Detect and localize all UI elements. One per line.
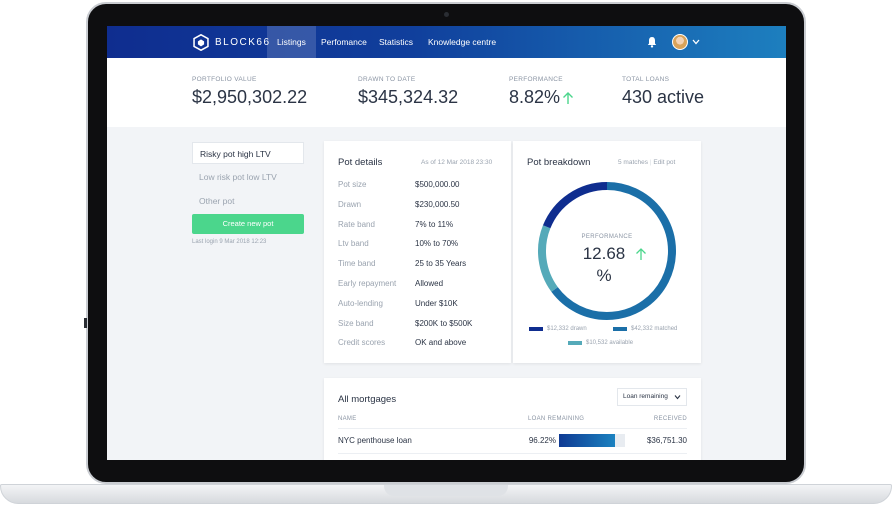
legend-matched: $42,332 matched [613,326,677,332]
stat-portfolio-value: PORTFOLIO VALUE $2,950,302.22 [192,76,307,108]
stats-strip: PORTFOLIO VALUE $2,950,302.22 DRAWN TO D… [107,58,786,127]
stat-label: PERFORMANCE [509,76,563,83]
pot-detail-label: Time band [338,259,376,269]
pot-detail-label: Auto-lending [338,298,383,308]
stat-value: 430 active [622,87,705,107]
laptop-frame: BLOCK66 Listings Perfomance Statistics K… [0,0,892,523]
stat-value: $2,950,302.22 [192,87,308,107]
table-divider [338,453,687,454]
pot-detail-label: Pot size [338,180,367,189]
app-screen: BLOCK66 Listings Perfomance Statistics K… [107,26,786,460]
loan-remaining-bar [559,434,625,447]
pot-item-low-risk[interactable]: Low risk pot low LTV [192,166,304,188]
bell-icon[interactable] [646,36,658,48]
arrow-up-icon [563,91,574,104]
top-navbar: BLOCK66 Listings Perfomance Statistics K… [107,26,786,58]
donut-performance-value: 12.68% [582,244,626,285]
pot-item-risky[interactable]: Risky pot high LTV [192,142,304,164]
chevron-down-icon[interactable] [692,39,700,45]
nav-knowledge-centre[interactable]: Knowledge centre [428,26,496,58]
donut-performance-label: PERFORMANCE [581,234,633,240]
chevron-down-icon [674,395,681,400]
pot-detail-value: $230,000.50 [415,199,460,209]
laptop-notch [384,485,508,496]
stat-drawn-to-date: DRAWN TO DATE $345,324.32 [358,76,458,108]
user-avatar[interactable] [672,34,688,50]
stat-total-loans: TOTAL LOANS 430 active [622,76,704,108]
loan-remaining-bar-fill [559,434,615,447]
matches-count[interactable]: 5 matches [618,159,648,166]
pot-detail-value: OK and above [415,338,467,348]
pot-detail-value: Under $10K [415,298,458,308]
side-button [84,318,87,328]
pot-details-title: Pot details [338,157,383,168]
edit-pot-link[interactable]: Edit pot [653,159,675,166]
nav-performance[interactable]: Perfomance [321,26,367,58]
donut-segment-drawn [542,182,608,229]
column-header-name[interactable]: NAME [338,416,357,422]
mortgages-title: All mortgages [338,394,397,405]
stat-label: PORTFOLIO VALUE [192,76,257,83]
pot-detail-value: 10% to 70% [415,239,459,249]
pot-item-other[interactable]: Other pot [192,190,304,212]
pot-detail-value: $200K to $500K [415,318,473,328]
last-login-text: Last login 9 Mar 2018 12:23 [192,239,267,245]
pot-detail-value: 7% to 11% [415,219,454,229]
brand-logo[interactable]: BLOCK66 [193,34,271,51]
pot-detail-label: Drawn [338,199,362,209]
pot-details-card: Pot details As of 12 Mar 2018 23:30 Pot … [324,141,511,363]
legend-drawn: $12,332 drawn [529,326,587,332]
pot-detail-value: 25 to 35 Years [415,259,467,269]
column-header-received[interactable]: RECEIVED [644,416,687,422]
stat-label: TOTAL LOANS [622,76,670,83]
pot-detail-value: $500,000.00 [415,180,460,189]
block66-logo-icon [193,34,209,51]
pot-detail-label: Ltv band [338,239,369,249]
pot-detail-label: Early repayment [338,279,397,288]
pot-detail-label: Credit scores [338,338,386,348]
pot-detail-label: Rate band [338,219,375,229]
mortgage-name[interactable]: NYC penthouse loan [338,436,412,445]
pot-details-timestamp: As of 12 Mar 2018 23:30 [421,159,493,166]
camera [444,12,449,17]
pot-detail-label: Size band [338,318,374,328]
nav-listings[interactable]: Listings [267,26,316,58]
brand-name: BLOCK66 [215,37,271,48]
pot-detail-value: Allowed [415,279,444,288]
loan-remaining-percent: 96.22% [528,436,556,445]
stat-label: DRAWN TO DATE [358,76,416,83]
pot-list: Risky pot high LTV Low risk pot low LTV … [192,142,304,245]
sort-dropdown[interactable]: Loan remaining [617,388,687,406]
create-new-pot-button[interactable]: Create new pot [192,214,304,234]
stat-value: $345,324.32 [358,87,459,107]
column-header-loan-remaining[interactable]: LOAN REMAINING [528,416,584,422]
legend-available: $10,532 available [568,340,633,346]
pot-breakdown-title: Pot breakdown [527,157,591,168]
stat-value: 8.82% [509,87,561,107]
pot-breakdown-card: Pot breakdown 5 matches | Edit pot PERFO… [513,141,701,363]
nav-statistics[interactable]: Statistics [379,26,413,58]
arrow-up-icon [636,248,646,260]
stat-performance: PERFORMANCE 8.82% [509,76,574,108]
all-mortgages-card: All mortgages Loan remaining NAME LOAN R… [324,378,701,460]
received-amount: $36,751.30 [646,436,687,445]
table-divider [338,428,687,429]
